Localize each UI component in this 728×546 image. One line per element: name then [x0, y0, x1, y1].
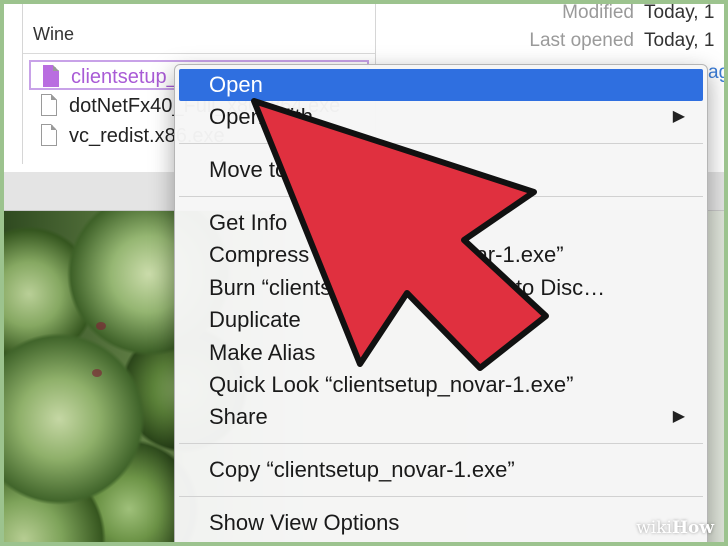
menu-item-burn[interactable]: Burn “clientsetup_novar-1.exe” to Disc… — [179, 272, 703, 304]
watermark-suffix: How — [671, 518, 714, 538]
menu-item-open-with[interactable]: Open With ▶ — [179, 101, 703, 133]
menu-item-label: Copy “clientsetup_novar-1.exe” — [209, 457, 515, 482]
menu-item-label: Compress “clientsetup_novar-1.exe” — [209, 242, 564, 267]
wikihow-watermark: wikiHow — [636, 518, 714, 538]
modified-value: Today, 1 — [644, 4, 715, 23]
menu-item-compress[interactable]: Compress “clientsetup_novar-1.exe” — [179, 239, 703, 271]
menu-item-label: Get Info — [209, 210, 288, 235]
menu-item-label: Duplicate — [209, 307, 301, 332]
menu-item-move-to-trash[interactable]: Move to Trash — [179, 154, 703, 186]
menu-item-share[interactable]: Share ▶ — [179, 401, 703, 433]
menu-item-get-info[interactable]: Get Info — [179, 207, 703, 239]
context-menu: Open Open With ▶ Move to Trash Get Info C… — [174, 64, 708, 542]
submenu-arrow-icon: ▶ — [672, 408, 685, 425]
menu-separator — [179, 496, 703, 497]
menu-item-quick-look[interactable]: Quick Look “clientsetup_novar-1.exe” — [179, 369, 703, 401]
document-icon — [43, 65, 59, 87]
menu-item-label: Burn “clientsetup_novar-1.exe” to Disc… — [209, 275, 606, 300]
last-opened-label: Last opened — [529, 30, 634, 51]
menu-item-label: Share — [209, 404, 268, 429]
menu-separator — [179, 443, 703, 444]
menu-item-label: Show View Options — [209, 510, 400, 535]
menu-separator — [179, 196, 703, 197]
menu-item-label: Move to Trash — [209, 157, 349, 182]
submenu-arrow-icon: ▶ — [672, 108, 685, 125]
menu-item-copy[interactable]: Copy “clientsetup_novar-1.exe” — [179, 454, 703, 486]
menu-separator — [179, 143, 703, 144]
menu-item-duplicate[interactable]: Duplicate — [179, 304, 703, 336]
document-icon — [41, 124, 57, 146]
wallpaper-detail — [92, 369, 102, 377]
document-icon — [41, 94, 57, 116]
menu-item-label: Open — [209, 72, 263, 97]
folder-name: Wine — [23, 14, 375, 54]
last-opened-value: Today, 1 — [644, 30, 715, 51]
menu-item-make-alias[interactable]: Make Alias — [179, 337, 703, 369]
menu-item-label: Quick Look “clientsetup_novar-1.exe” — [209, 372, 574, 397]
screenshot-frame: Wine clientsetup_novar-1.exe dotNetFx40_… — [4, 4, 724, 542]
menu-item-label: Open With — [209, 104, 313, 129]
tags-link[interactable]: ag — [708, 62, 724, 84]
menu-item-label: Make Alias — [209, 340, 316, 365]
menu-item-open[interactable]: Open — [179, 69, 703, 101]
watermark-prefix: wiki — [636, 518, 672, 538]
wallpaper-detail — [96, 322, 106, 330]
menu-item-show-view-options[interactable]: Show View Options — [179, 507, 703, 539]
modified-label: Modified — [562, 4, 634, 23]
